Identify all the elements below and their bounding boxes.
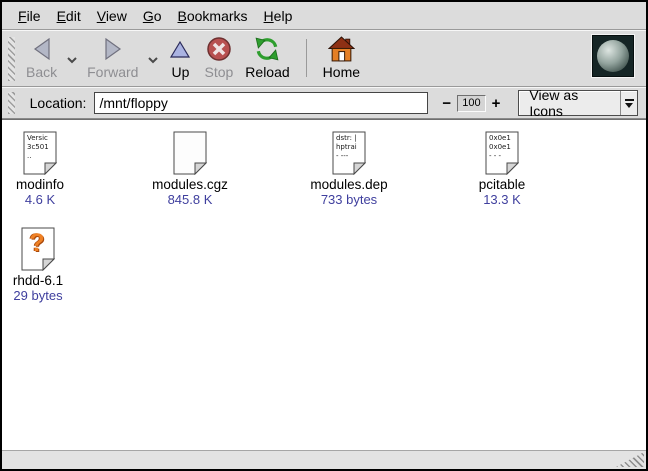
file-item-modules-cgz[interactable]: modules.cgz 845.8 K <box>135 131 245 207</box>
chevron-down-icon <box>147 56 159 64</box>
forward-history-dropdown[interactable] <box>144 51 162 69</box>
stop-icon <box>206 35 232 63</box>
menu-file[interactable]: File <box>10 5 49 27</box>
throbber-sphere-icon <box>597 40 629 72</box>
back-arrow-icon <box>30 35 54 63</box>
dropdown-arrow-icon[interactable] <box>620 91 637 115</box>
location-label: Location: <box>30 95 87 111</box>
text-document-icon: 0x0e1 0x0e1 - - - <box>485 131 519 175</box>
file-size: 4.6 K <box>2 192 78 207</box>
reload-button[interactable]: Reload <box>239 35 295 80</box>
forward-button[interactable]: Forward <box>81 35 144 80</box>
menu-go[interactable]: Go <box>135 5 170 27</box>
back-history-dropdown[interactable] <box>63 51 81 69</box>
file-icon-view[interactable]: Versic 3c501 .. modinfo 4.6 K modules.cg… <box>2 119 646 450</box>
back-button[interactable]: Back <box>20 35 63 80</box>
file-name: pcitable <box>452 177 552 192</box>
file-size: 29 bytes <box>2 288 74 303</box>
file-name: modules.cgz <box>135 177 245 192</box>
zoom-level-indicator: 100 <box>457 95 486 112</box>
up-button[interactable]: Up <box>162 35 198 80</box>
view-mode-dropdown[interactable]: View as Icons <box>518 90 638 116</box>
file-size: 13.3 K <box>452 192 552 207</box>
file-name: rhdd-6.1 <box>2 273 74 288</box>
menubar: File Edit View Go Bookmarks Help <box>2 2 646 29</box>
file-size: 845.8 K <box>135 192 245 207</box>
file-item-modules-dep[interactable]: dstr: | hptrai - --- modules.dep 733 byt… <box>294 131 404 207</box>
menu-view[interactable]: View <box>89 5 135 27</box>
file-manager-window: File Edit View Go Bookmarks Help Back Fo… <box>0 0 648 471</box>
menu-bookmarks[interactable]: Bookmarks <box>170 5 256 27</box>
view-mode-label: View as Icons <box>519 91 620 115</box>
file-item-modinfo[interactable]: Versic 3c501 .. modinfo 4.6 K <box>2 131 78 207</box>
home-icon <box>328 35 355 63</box>
file-size: 733 bytes <box>294 192 404 207</box>
toolbar: Back Forward Up <box>2 31 646 86</box>
resize-grip[interactable] <box>616 452 644 467</box>
stop-button[interactable]: Stop <box>198 35 239 80</box>
question-mark-icon: ? <box>21 229 53 258</box>
location-bar: Location: − 100 + View as Icons <box>2 88 646 118</box>
forward-arrow-icon <box>101 35 125 63</box>
file-item-rhdd[interactable]: ? rhdd-6.1 29 bytes <box>2 227 74 303</box>
zoom-in-button[interactable]: + <box>486 95 507 112</box>
toolbar-separator <box>306 39 307 77</box>
file-name: modules.dep <box>294 177 404 192</box>
menu-help[interactable]: Help <box>256 5 301 27</box>
file-item-pcitable[interactable]: 0x0e1 0x0e1 - - - pcitable 13.3 K <box>452 131 552 207</box>
text-document-icon: dstr: | hptrai - --- <box>332 131 366 175</box>
unknown-document-icon: ? <box>21 227 55 271</box>
location-input[interactable] <box>94 92 428 114</box>
up-triangle-icon <box>168 35 192 63</box>
throbber[interactable] <box>592 35 634 77</box>
zoom-out-button[interactable]: − <box>436 95 457 112</box>
file-name: modinfo <box>2 177 78 192</box>
chevron-down-icon <box>66 56 78 64</box>
blank-document-icon <box>173 131 207 175</box>
menu-edit[interactable]: Edit <box>49 5 89 27</box>
reload-icon <box>254 35 280 63</box>
text-document-icon: Versic 3c501 .. <box>23 131 57 175</box>
status-bar <box>2 450 646 469</box>
toolbar-grip-handle[interactable] <box>8 37 15 81</box>
location-bar-grip-handle[interactable] <box>8 92 15 114</box>
home-button[interactable]: Home <box>317 35 366 80</box>
